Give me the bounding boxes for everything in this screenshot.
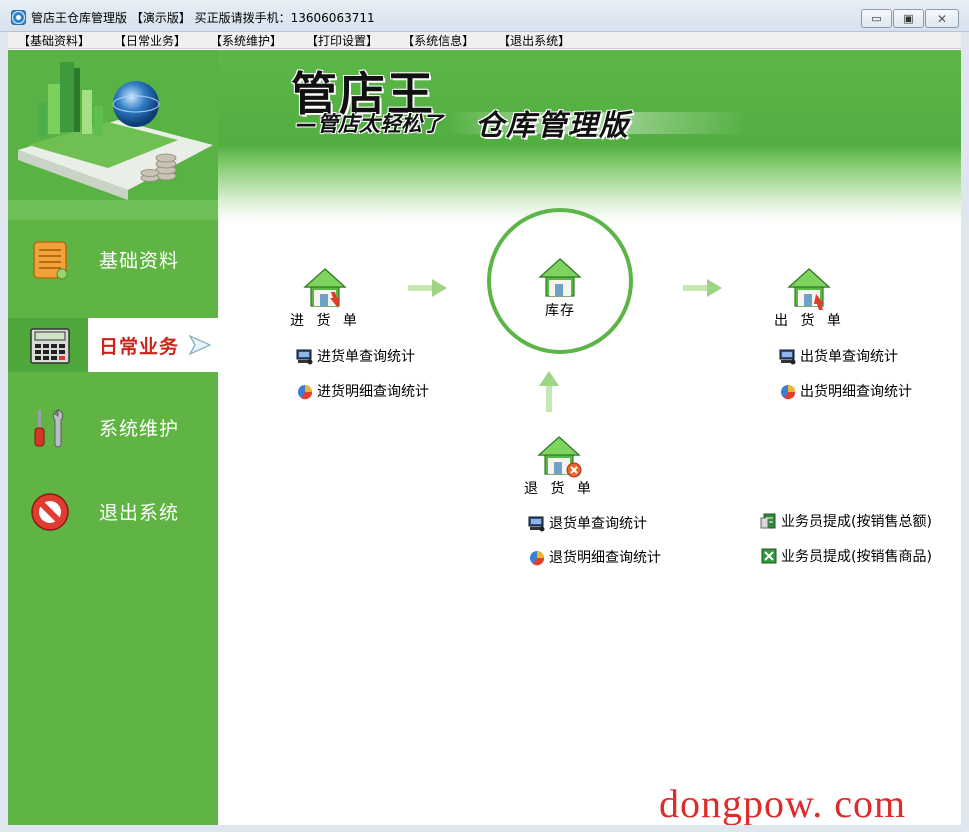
minimize-button[interactable]: ▭: [861, 9, 892, 28]
right-arrow-icon: [683, 279, 722, 297]
spreadsheet-icon: [761, 548, 777, 564]
sidebar-item-exit-system[interactable]: 退出系统: [8, 484, 218, 538]
close-button[interactable]: ✕: [925, 9, 959, 28]
node-label: 出 货 单: [774, 313, 845, 329]
pie-chart-icon: [530, 551, 545, 566]
menu-system-info[interactable]: 【系统信息】: [392, 32, 474, 49]
window-frame-left: [0, 32, 8, 825]
purchase-query-link[interactable]: 进货单查询统计: [296, 346, 415, 366]
commission-by-total-link[interactable]: 业务员提成(按销售总额): [760, 511, 932, 531]
commission-by-product-link[interactable]: 业务员提成(按销售商品): [760, 546, 932, 566]
link-label: 进货明细查询统计: [317, 384, 429, 400]
link-label: 业务员提成(按销售商品): [781, 549, 932, 565]
sidebar-item-daily-business[interactable]: 日常业务: [8, 318, 218, 372]
pie-chart-icon: [298, 385, 313, 400]
sidebar-item-label: 系统维护: [99, 418, 180, 440]
computer-icon: [296, 349, 313, 365]
stop-icon: [31, 493, 69, 531]
returns-query-link[interactable]: 退货单查询统计: [528, 513, 647, 533]
up-arrow-icon: [539, 371, 559, 412]
pie-chart-icon: [781, 385, 796, 400]
window-frame-right: [961, 32, 969, 825]
house-out-icon: [787, 268, 831, 310]
return-order-node[interactable]: 退 货 单: [524, 434, 594, 498]
menu-system-maintenance[interactable]: 【系统维护】: [200, 32, 282, 49]
header-banner: 管店王 —管店太轻松了 仓库管理版: [8, 50, 961, 225]
window-frame-bottom: [0, 825, 969, 832]
menu-print-settings[interactable]: 【打印设置】: [296, 32, 378, 49]
sales-order-node[interactable]: 出 货 单: [774, 266, 844, 330]
app-icon: [11, 10, 26, 25]
sidebar-item-label: 基础资料: [99, 250, 180, 272]
menu-exit-system[interactable]: 【退出系统】: [488, 32, 570, 49]
computer-icon: [779, 349, 796, 365]
link-label: 进货单查询统计: [317, 349, 415, 365]
menu-basic-data[interactable]: 【基础资料】: [8, 32, 90, 49]
tools-icon: [34, 409, 64, 448]
main-content: 管店王 —管店太轻松了 仓库管理版 基础资料 日常业务 系统维护 退出系统 进 …: [8, 50, 961, 825]
link-label: 出货单查询统计: [800, 349, 898, 365]
purchase-detail-link[interactable]: 进货明细查询统计: [296, 381, 429, 401]
calculator-icon: [30, 328, 70, 364]
sidebar-item-basic-data[interactable]: 基础资料: [8, 232, 218, 286]
sidebar-item-system-maintenance[interactable]: 系统维护: [8, 400, 218, 454]
sidebar: 基础资料 日常业务 系统维护 退出系统: [8, 220, 218, 825]
link-label: 退货明细查询统计: [549, 550, 661, 566]
node-label: 库存: [545, 303, 575, 319]
maximize-button[interactable]: ▣: [893, 9, 924, 28]
house-in-icon: [303, 268, 347, 308]
link-label: 出货明细查询统计: [800, 384, 912, 400]
inventory-node[interactable]: 库存: [518, 256, 602, 320]
node-label: 进 货 单: [290, 313, 361, 329]
ledger-icon: [33, 241, 68, 280]
brand-slogan: —管店太轻松了: [296, 112, 443, 136]
house-return-icon: [537, 436, 582, 478]
brand-edition: 仓库管理版: [475, 108, 631, 142]
node-label: 退 货 单: [524, 481, 595, 497]
link-label: 退货单查询统计: [549, 516, 647, 532]
menu-bar: 【基础资料】 【日常业务】 【系统维护】 【打印设置】 【系统信息】 【退出系统…: [8, 32, 961, 49]
active-arrow-icon: [188, 334, 212, 356]
sales-detail-link[interactable]: 出货明细查询统计: [779, 381, 912, 401]
banner-illustration: [8, 50, 218, 220]
title-bar: 管店王仓库管理版 【演示版】 买正版请拨手机：13606063711 ▭ ▣ ✕: [0, 0, 969, 32]
house-icon: [538, 258, 582, 297]
right-arrow-icon: [408, 279, 447, 297]
watermark-text: dongpow. com: [659, 781, 907, 826]
report-icon: [760, 513, 776, 529]
returns-detail-link[interactable]: 退货明细查询统计: [528, 547, 661, 567]
purchase-order-node[interactable]: 进 货 单: [290, 266, 360, 330]
link-label: 业务员提成(按销售总额): [781, 514, 932, 530]
menu-daily-business[interactable]: 【日常业务】: [104, 32, 186, 49]
computer-icon: [528, 516, 545, 532]
window-title: 管店王仓库管理版 【演示版】 买正版请拨手机：13606063711: [31, 11, 375, 25]
sidebar-item-label: 退出系统: [99, 502, 180, 524]
sidebar-item-label: 日常业务: [99, 336, 180, 358]
sales-query-link[interactable]: 出货单查询统计: [779, 346, 898, 366]
